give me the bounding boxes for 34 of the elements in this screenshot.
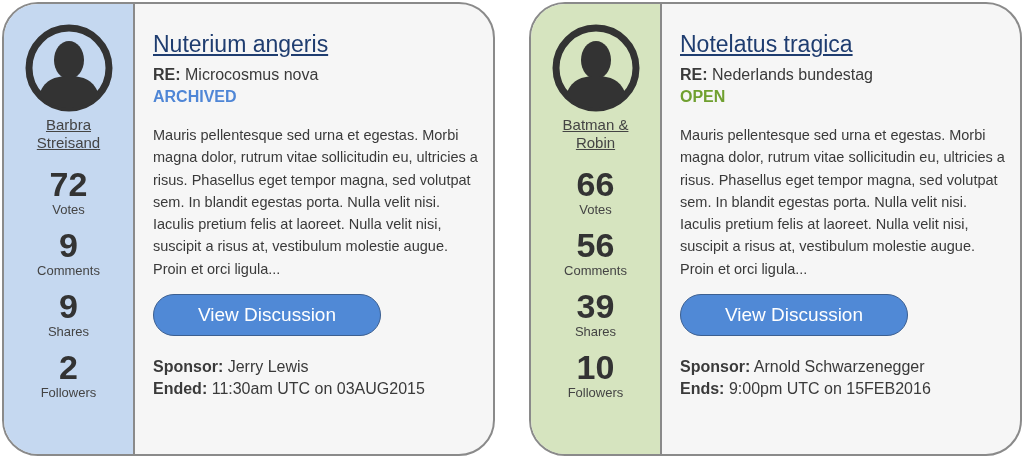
stat-count: 72 — [49, 166, 88, 202]
footer-line: Sponsor: Arnold Schwarzenegger — [680, 357, 926, 378]
discussion-title[interactable]: Notelatus tragica — [680, 30, 853, 58]
stat-label: Shares — [574, 324, 617, 340]
regarding-line: RE: Microcosmus nova — [153, 65, 320, 85]
stat-count: 9 — [59, 288, 78, 324]
footer-line: Ends: 9:00pm UTC on 15FEB2016 — [680, 379, 932, 400]
footer-line: Ended: 11:30am UTC on 03AUG2015 — [153, 379, 426, 400]
user-avatar-icon — [551, 24, 640, 112]
stat-label: Comments — [564, 263, 627, 279]
regarding-line: RE: Nederlands bundestag — [680, 65, 874, 85]
stat-count: 66 — [576, 166, 615, 202]
stat-count: 2 — [59, 349, 78, 385]
stat-count: 10 — [576, 349, 615, 385]
stat-label: Comments — [37, 263, 100, 279]
stat-label: Votes — [52, 202, 85, 218]
view-discussion-button[interactable]: View Discussion — [680, 294, 908, 337]
status-label: ARCHIVED — [153, 87, 238, 107]
footer-line: Sponsor: Jerry Lewis — [153, 357, 310, 378]
stat-count: 9 — [59, 227, 78, 263]
status-label: OPEN — [680, 87, 727, 107]
discussion-summary: Mauris pellentesque sed urna et egestas. Morbi magna dolor, rutrum vitae sollicitudin eu, ultricies a risus. Phasellus eget tempor magna, sed volutpat sem. In blandit egestas porta. Nulla velit nisi. Iaculis pretium felis at laoreet. Nulla velit nisi, suscipit a risus at, vestibulum molestie augue. Proin et orci ligula... — [680, 126, 1006, 279]
stat-label: Votes — [579, 202, 612, 218]
discussion-summary: Mauris pellentesque sed urna et egestas. Morbi magna dolor, rutrum vitae sollicitudin eu, ultricies a risus. Phasellus eget tempor magna, sed volutpat sem. In blandit egestas porta. Nulla velit nisi. Iaculis pretium felis at laoreet. Nulla velit nisi, suscipit a risus at, vestibulum molestie augue. Proin et orci ligula... — [153, 126, 479, 279]
author-link[interactable]: Barbra Streisand — [36, 116, 101, 152]
stat-count: 39 — [576, 288, 615, 324]
user-avatar-icon — [24, 24, 113, 112]
stat-label: Followers — [40, 385, 97, 401]
stat-label: Shares — [47, 324, 90, 340]
view-discussion-button[interactable]: View Discussion — [153, 294, 381, 337]
stat-label: Followers — [567, 385, 624, 401]
stat-count: 56 — [576, 227, 615, 263]
discussion-title[interactable]: Nuterium angeris — [153, 30, 329, 58]
author-link[interactable]: Batman & Robin — [562, 116, 629, 152]
